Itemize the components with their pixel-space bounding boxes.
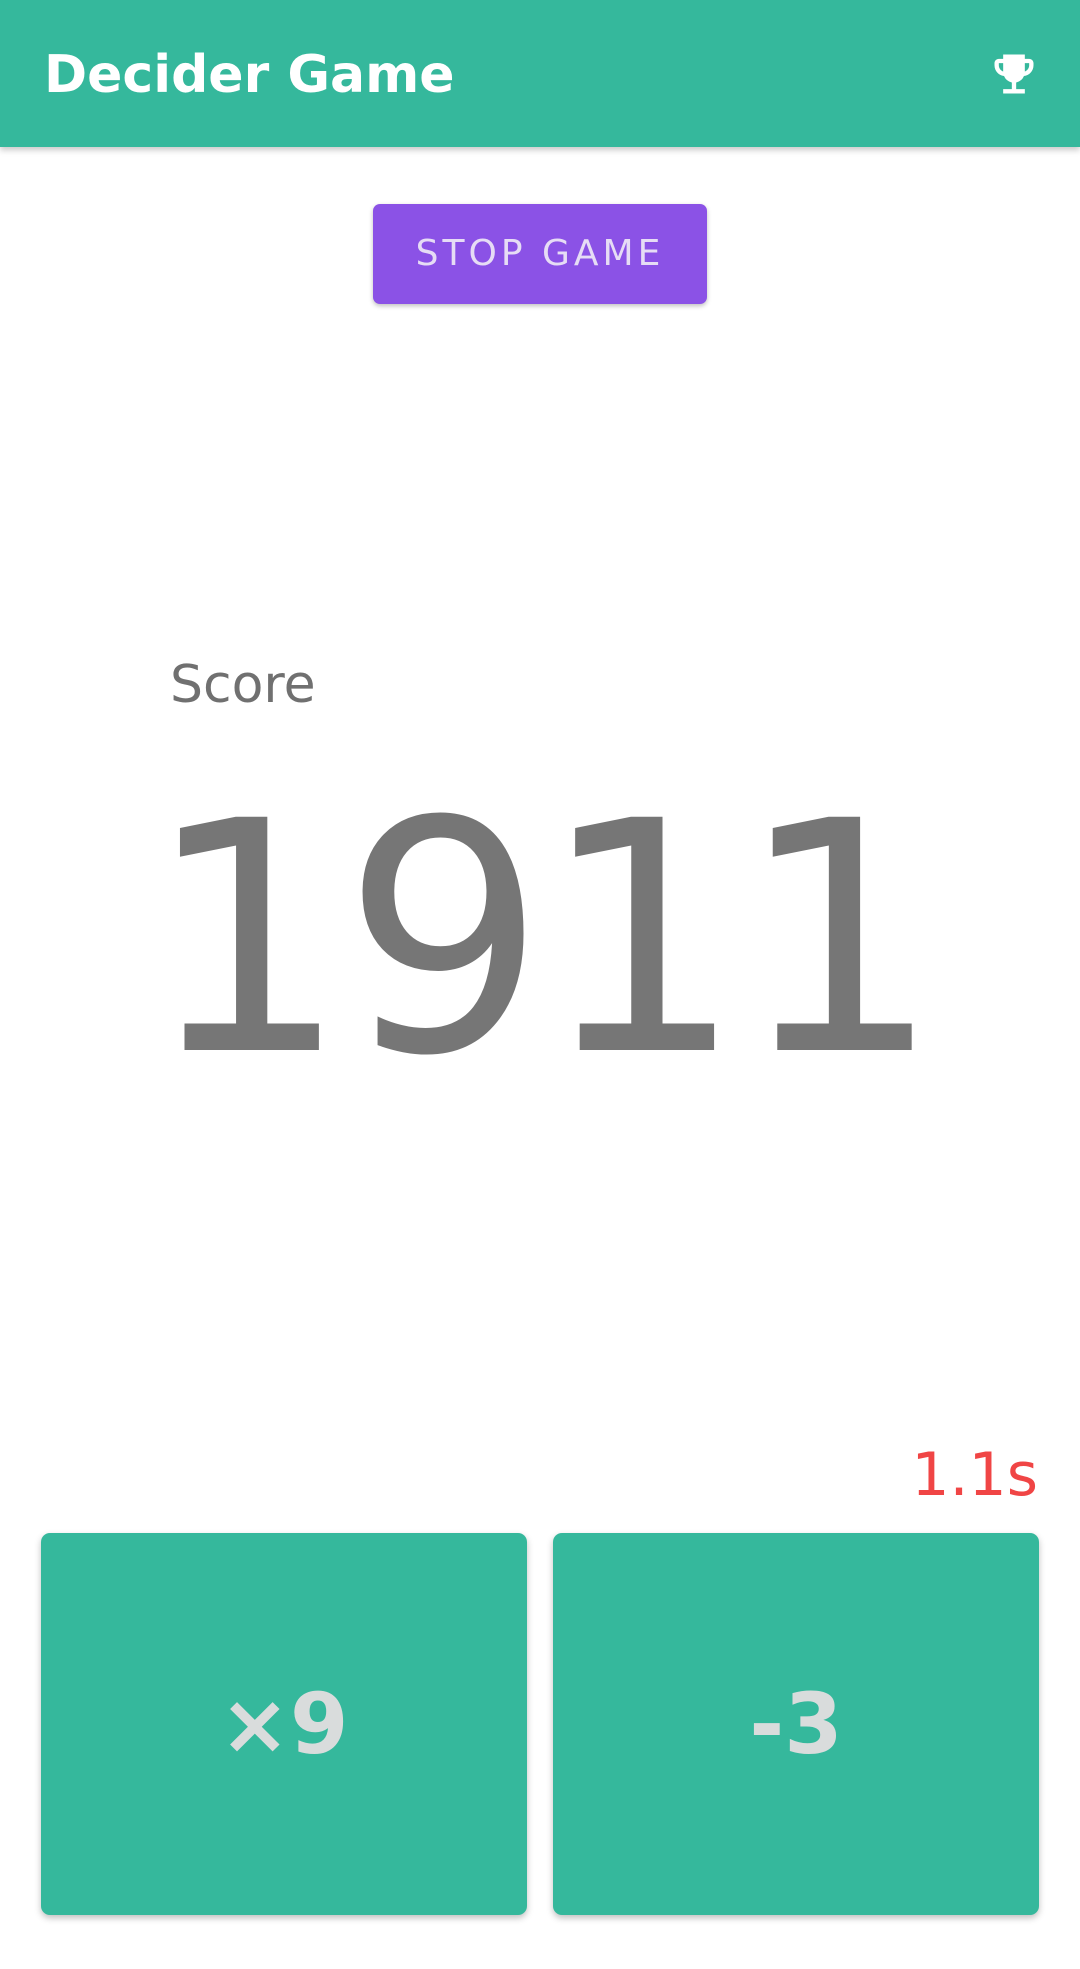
app-title: Decider Game	[44, 45, 455, 105]
score-value: 1911	[144, 754, 941, 1126]
stop-game-button[interactable]: STOP GAME	[373, 204, 707, 304]
score-label: Score	[170, 655, 316, 715]
choice-label: ×9	[219, 1675, 349, 1773]
countdown-timer: 1.1s	[911, 1440, 1038, 1510]
choice-button-right[interactable]: -3	[553, 1533, 1039, 1915]
trophy-icon	[994, 54, 1034, 94]
choice-button-left[interactable]: ×9	[41, 1533, 527, 1915]
choice-label: -3	[749, 1675, 843, 1773]
leaderboard-button[interactable]	[976, 36, 1052, 112]
app-bar: Decider Game	[0, 0, 1080, 147]
